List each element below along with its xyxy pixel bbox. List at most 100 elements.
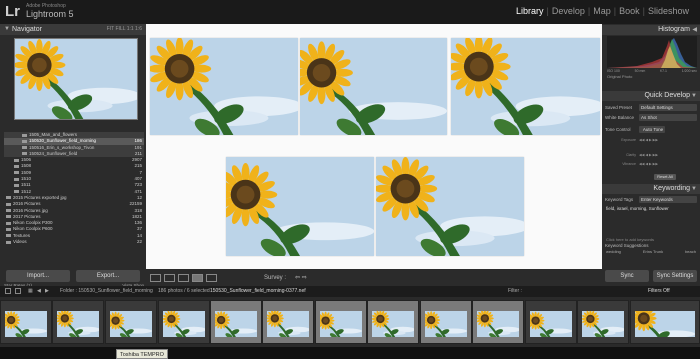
collapse-triangle-icon[interactable]: ▼ [691, 184, 697, 194]
filmstrip-thumbnail[interactable] [105, 300, 157, 344]
keyword-suggestion[interactable]: beach [685, 249, 696, 254]
survey-photo[interactable] [226, 157, 374, 256]
folder-count: 22 [136, 239, 142, 245]
white-balance-label: White Balance [605, 115, 635, 120]
filmstrip-thumbnail[interactable] [525, 300, 577, 344]
folder-icon [6, 202, 11, 206]
thumbnail-image [320, 311, 362, 337]
back-arrow-icon[interactable]: ◀ [37, 286, 41, 297]
navigator-preview[interactable] [14, 38, 138, 120]
thumbnail-image [477, 311, 519, 337]
folder-label: Folder : 150530_Sunflower_field_morning [60, 288, 153, 294]
filmstrip-thumbnail[interactable] [210, 300, 262, 344]
clarity-arrows[interactable]: ◀◀ ◀ ▶ ▶▶ [639, 152, 697, 159]
folder-name: Videos [13, 239, 27, 245]
navigation-arrows[interactable]: ⇦ ⇨ [295, 274, 307, 281]
import-button[interactable]: Import... [6, 270, 70, 282]
aperture-value: f/7.1 [660, 69, 667, 73]
filmstrip-thumbnail[interactable] [158, 300, 210, 344]
filters-off-select[interactable]: Filters Off [648, 286, 670, 297]
folder-icon [6, 209, 11, 213]
filmstrip [0, 297, 700, 347]
compare-view-icon[interactable] [178, 273, 189, 282]
app-name: Lightroom 5 [26, 9, 74, 19]
quick-develop-header[interactable]: Quick Develop ▼ [602, 91, 700, 101]
clarity-label: Clarity [626, 153, 636, 157]
sync-settings-button[interactable]: Sync Settings [653, 270, 697, 282]
histogram-info: ISO 100 50 mm f/7.1 1/200 sec [607, 69, 697, 73]
collapse-triangle-icon[interactable]: ◀ [692, 25, 697, 35]
vibrance-row: Vibrance ◀◀ ◀ ▶ ▶▶ [605, 161, 697, 168]
survey-view-icon[interactable] [192, 273, 203, 282]
collapse-triangle-icon[interactable]: ▼ [691, 91, 697, 101]
vibrance-label: Vibrance [622, 162, 636, 166]
loupe-view-icon[interactable] [164, 273, 175, 282]
module-book[interactable]: Book [616, 6, 643, 16]
thumbnail-image [163, 311, 205, 337]
saved-preset-row: Saved Preset Default Settings [605, 104, 697, 111]
filmstrip-thumbnail[interactable] [367, 300, 419, 344]
saved-preset-label: Saved Preset [605, 105, 633, 110]
vibrance-arrows[interactable]: ◀◀ ◀ ▶ ▶▶ [639, 161, 697, 168]
survey-photo[interactable] [376, 157, 524, 256]
folder-item[interactable]: Videos 22 [4, 239, 144, 245]
forward-arrow-icon[interactable]: ▶ [45, 286, 49, 297]
grid-view-icon[interactable] [150, 273, 161, 282]
keyword-tags-select[interactable]: Enter Keywords [639, 196, 697, 203]
keyword-suggestions-label[interactable]: Keyword Suggestions [605, 242, 649, 249]
current-filename[interactable]: 150530_Sunflower_field_morning-0377.nef [210, 286, 306, 297]
export-button[interactable]: Export... [76, 270, 140, 282]
keywording-header[interactable]: Keywording ▼ [602, 184, 700, 194]
keyword-suggestion[interactable]: Erins Trunk [643, 249, 663, 254]
clarity-row: Clarity ◀◀ ◀ ▶ ▶▶ [605, 152, 697, 159]
module-develop[interactable]: Develop [549, 6, 588, 16]
photo-count: 186 photos / 6 selected [158, 288, 210, 294]
folder-icon [6, 221, 11, 225]
filmstrip-thumbnail[interactable] [0, 300, 52, 344]
sync-button[interactable]: Sync [605, 270, 649, 282]
auto-tone-button[interactable]: Auto Tone [639, 126, 665, 133]
page-2-icon[interactable] [15, 288, 21, 294]
histogram-title: Histogram [658, 26, 690, 33]
exposure-label: Exposure [621, 138, 636, 142]
collapse-triangle-icon[interactable]: ▼ [4, 24, 10, 35]
white-balance-row: White Balance As Shot [605, 114, 697, 121]
histogram-header[interactable]: Histogram ◀ [602, 25, 700, 35]
survey-photo[interactable] [150, 38, 298, 135]
photo-grid [146, 24, 602, 269]
white-balance-select[interactable]: As Shot [639, 114, 697, 121]
module-library[interactable]: Library [513, 6, 547, 16]
saved-preset-select[interactable]: Default Settings [639, 104, 697, 111]
survey-photo[interactable] [300, 38, 447, 135]
exposure-arrows[interactable]: ◀◀ ◀ ▶ ▶▶ [639, 137, 697, 144]
navigator-header[interactable]: ▼ Navigator FIT FILL 1:1 1:6 [0, 24, 146, 35]
keyword-textarea[interactable]: field, israel, morning, Sunflower [606, 206, 696, 236]
keyword-suggestions-row: Keyword Suggestions [605, 242, 697, 249]
filmstrip-thumbnail[interactable] [472, 300, 524, 344]
keyword-suggestion[interactable]: wedding [606, 249, 621, 254]
reset-all-button[interactable]: Reset All [654, 174, 676, 180]
filmstrip-thumbnail[interactable] [52, 300, 104, 344]
right-panel: Histogram ◀ ISO 100 50 mm f/7.1 1/200 se… [602, 24, 700, 286]
survey-photo[interactable] [451, 38, 600, 135]
people-view-icon[interactable] [206, 273, 217, 282]
keyword-suggestions: wedding Erins Trunk beach [606, 249, 696, 254]
module-map[interactable]: Map [590, 6, 614, 16]
filmstrip-thumbnail[interactable] [262, 300, 314, 344]
filmstrip-thumbnail[interactable] [630, 300, 700, 344]
navigator-zoom-options[interactable]: FIT FILL 1:1 1:6 [107, 24, 142, 35]
filmstrip-thumbnail[interactable] [420, 300, 472, 344]
filmstrip-thumbnail[interactable] [315, 300, 367, 344]
filmstrip-thumbnail[interactable] [577, 300, 629, 344]
grid-icon[interactable]: ▦ [28, 286, 33, 297]
grid-toolbar: Survey : ⇦ ⇨ [146, 269, 602, 286]
tone-control-row: Tone Control Auto Tone [605, 126, 697, 133]
module-slideshow[interactable]: Slideshow [645, 6, 692, 16]
quick-develop-title: Quick Develop [644, 92, 690, 99]
top-bar: Lr Adobe Photoshop Lightroom 5 Library |… [0, 0, 700, 24]
keyword-tags-row: Keyword Tags Enter Keywords [605, 196, 697, 203]
left-panel: ▼ Navigator FIT FILL 1:1 1:6 1505_Man_an… [0, 24, 146, 288]
folder-icon [6, 215, 11, 219]
folder-icon [14, 171, 19, 175]
page-1-icon[interactable] [5, 288, 11, 294]
